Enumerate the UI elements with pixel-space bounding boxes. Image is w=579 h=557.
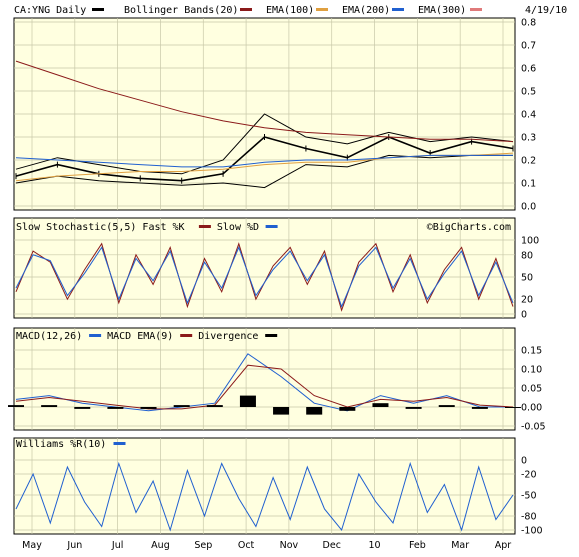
bollinger-legend: Bollinger Bands(20) [124, 5, 238, 16]
divergence-bar [339, 407, 356, 411]
symbol-label: CA:YNG Daily [14, 5, 86, 16]
legend-swatch [198, 225, 211, 228]
chart-date: 4/19/10 [525, 5, 567, 16]
divergence-bar [239, 395, 256, 407]
y-tick-label: 0.2 [521, 156, 536, 167]
x-tick-label: Mar [451, 540, 469, 551]
y-tick-label: 0.5 [521, 87, 536, 98]
x-tick-label: Feb [409, 540, 426, 551]
y-tick-label: 0 [521, 310, 527, 321]
x-tick-label: Jun [66, 540, 82, 551]
y-tick-label: 50 [521, 273, 533, 284]
y-tick-label: 0.1 [521, 179, 536, 190]
x-tick-label: 10 [368, 540, 380, 551]
divergence-bar [140, 407, 157, 409]
y-tick-label: 0.7 [521, 41, 536, 52]
legend-swatch [180, 334, 193, 337]
legend-swatch [265, 225, 278, 228]
divergence-bar [405, 407, 422, 409]
divergence-bar [505, 407, 521, 408]
watermark: ©BigCharts.com [427, 222, 511, 233]
y-tick-label: -80 [521, 512, 537, 523]
legend-label: MACD EMA(9) [107, 331, 173, 342]
divergence-bar [273, 407, 290, 415]
divergence-bar [372, 403, 389, 407]
x-tick-label: Apr [495, 540, 512, 551]
divergence-bar [173, 405, 190, 407]
panel-macd: 0.15 0.10 0.05 0.00 -0.05 MACD(12,26) MACD EMA… [8, 327, 546, 433]
divergence-bar [8, 405, 24, 407]
divergence-bar [107, 407, 124, 409]
y-tick-label: 0 [521, 456, 527, 467]
chart-header: CA:YNG Daily Bollinger Bands(20) EMA(100… [14, 5, 567, 16]
legend-label: Slow %D [217, 222, 259, 233]
stock-chart-svg: CA:YNG Daily Bollinger Bands(20) EMA(100… [8, 5, 567, 551]
y-tick-label: 100 [521, 236, 539, 247]
ema100-swatch [240, 8, 252, 11]
panel-price: 0.8 0.7 0.6 0.5 0.4 0.3 0.2 0.1 0.0 [13, 17, 536, 213]
y-tick-label: -20 [521, 470, 537, 481]
divergence-bar [438, 405, 455, 407]
panel-stochastic: 100 80 50 20 0 Slow Stochastic(5,5) Fast %K Sl… [13, 217, 539, 321]
x-tick-label: Sep [194, 540, 212, 551]
x-tick-label: Nov [280, 540, 299, 551]
y-tick-label: 80 [521, 250, 533, 261]
ema300-swatch [392, 8, 404, 11]
panel-background [13, 327, 516, 431]
ema200-legend: EMA(200) [342, 5, 390, 16]
ema100-legend: EMA(100) [266, 5, 314, 16]
x-tick-label: May [22, 540, 42, 551]
divergence-bar [206, 405, 223, 407]
divergence-bar [306, 407, 323, 415]
x-tick-label: Jul [111, 540, 123, 551]
legend-label: Slow Stochastic(5,5) Fast %K [16, 222, 185, 233]
divergence-bar [74, 407, 91, 409]
y-tick-label: 0.6 [521, 64, 536, 75]
legend-label: Divergence [198, 331, 258, 342]
y-tick-label: 20 [521, 295, 533, 306]
bollinger-swatch [92, 8, 104, 11]
y-tick-label: 0.3 [521, 133, 536, 144]
y-tick-label: -50 [521, 491, 537, 502]
y-tick-label: 0.15 [521, 346, 542, 357]
legend-swatch [89, 334, 102, 337]
y-tick-label: 0.8 [521, 18, 536, 29]
chart-stage: CA:YNG Daily Bollinger Bands(20) EMA(100… [0, 0, 579, 553]
x-tick-label: Dec [323, 540, 341, 551]
x-axis: May Jun Jul Aug Sep Oct Nov Dec 10 Feb Mar Apr [22, 540, 511, 551]
y-tick-label: -0.05 [521, 422, 546, 433]
x-tick-label: Aug [151, 540, 170, 551]
divergence-bar [41, 405, 58, 407]
y-tick-label: 0.0 [521, 202, 536, 213]
panel-williams: 0 -20 -50 -80 -100 Williams %R(10) [13, 437, 543, 537]
y-tick-label: 0.10 [521, 365, 542, 376]
y-tick-label: 0.00 [521, 403, 542, 414]
y-tick-label: 0.05 [521, 384, 542, 395]
y-tick-label: -100 [521, 526, 543, 537]
panel-background [13, 217, 516, 319]
divergence-bar [471, 407, 488, 409]
legend-swatch [265, 334, 278, 337]
legend-label: MACD(12,26) [16, 331, 82, 342]
legend-swatch [113, 442, 126, 445]
panel-background [13, 437, 516, 535]
ema300-legend: EMA(300) [418, 5, 466, 16]
x-tick-label: Oct [238, 540, 255, 551]
ema200-swatch [316, 8, 328, 11]
ema300-alt-swatch [470, 8, 482, 11]
y-tick-label: 0.4 [521, 110, 536, 121]
legend-label: Williams %R(10) [16, 439, 106, 450]
